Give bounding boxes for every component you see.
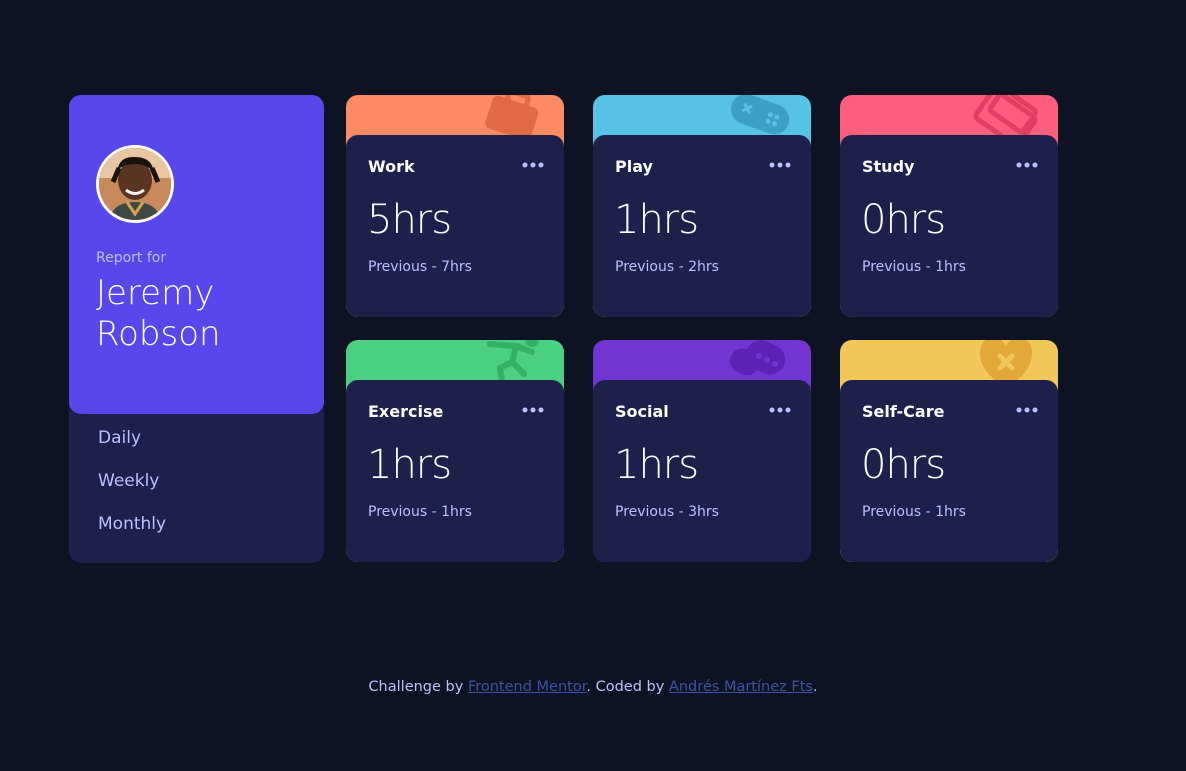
ellipsis-icon[interactable]: [522, 402, 544, 418]
current-hours: 0hrs: [861, 442, 946, 488]
card-title: Study: [862, 157, 915, 176]
previous-hours: Previous - 1hrs: [862, 259, 966, 275]
card-work: Work 5hrs Previous - 7hrs: [346, 95, 564, 317]
tracking-dashboard: Report for Jeremy Robson Daily Weekly Mo…: [0, 0, 1186, 771]
card-title: Exercise: [368, 402, 444, 421]
card-body: Social 1hrs Previous - 3hrs: [593, 380, 811, 562]
avatar: [96, 145, 174, 223]
previous-hours: Previous - 2hrs: [615, 259, 719, 275]
card-self-care: Self-Care 0hrs Previous - 1hrs: [840, 340, 1058, 562]
ellipsis-icon[interactable]: [1016, 157, 1038, 173]
card-title: Self-Care: [862, 402, 945, 421]
card-social: Social 1hrs Previous - 3hrs: [593, 340, 811, 562]
report-label: Report for: [96, 250, 167, 266]
card-study: Study 0hrs Previous - 1hrs: [840, 95, 1058, 317]
footer-prefix: Challenge by: [368, 679, 464, 695]
card-play: Play 1hrs Previous - 2hrs: [593, 95, 811, 317]
current-hours: 1hrs: [614, 442, 699, 488]
attribution-footer: Challenge by Frontend Mentor. Coded by A…: [0, 679, 1186, 695]
card-title: Work: [368, 157, 415, 176]
card-title: Social: [615, 402, 669, 421]
footer-suffix: .: [812, 679, 818, 695]
card-body: Self-Care 0hrs Previous - 1hrs: [840, 380, 1058, 562]
author-link[interactable]: Andrés Martínez Fts: [669, 679, 813, 695]
profile-card: Report for Jeremy Robson Daily Weekly Mo…: [69, 95, 324, 563]
previous-hours: Previous - 7hrs: [368, 259, 472, 275]
ellipsis-icon[interactable]: [769, 402, 791, 418]
period-selector: Daily Weekly Monthly: [98, 427, 166, 556]
profile-header: Report for Jeremy Robson: [69, 95, 324, 414]
card-body: Study 0hrs Previous - 1hrs: [840, 135, 1058, 317]
period-monthly[interactable]: Monthly: [98, 513, 166, 556]
period-weekly[interactable]: Weekly: [98, 470, 166, 513]
footer-middle: . Coded by: [586, 679, 665, 695]
card-exercise: Exercise 1hrs Previous - 1hrs: [346, 340, 564, 562]
current-hours: 1hrs: [614, 197, 699, 243]
previous-hours: Previous - 3hrs: [615, 504, 719, 520]
ellipsis-icon[interactable]: [769, 157, 791, 173]
previous-hours: Previous - 1hrs: [862, 504, 966, 520]
card-body: Play 1hrs Previous - 2hrs: [593, 135, 811, 317]
ellipsis-icon[interactable]: [522, 157, 544, 173]
current-hours: 5hrs: [367, 197, 452, 243]
ellipsis-icon[interactable]: [1016, 402, 1038, 418]
previous-hours: Previous - 1hrs: [368, 504, 472, 520]
frontend-mentor-link[interactable]: Frontend Mentor: [468, 679, 586, 695]
card-title: Play: [615, 157, 653, 176]
card-body: Exercise 1hrs Previous - 1hrs: [346, 380, 564, 562]
current-hours: 0hrs: [861, 197, 946, 243]
user-name: Jeremy Robson: [96, 273, 221, 354]
card-body: Work 5hrs Previous - 7hrs: [346, 135, 564, 317]
current-hours: 1hrs: [367, 442, 452, 488]
period-daily[interactable]: Daily: [98, 427, 166, 470]
